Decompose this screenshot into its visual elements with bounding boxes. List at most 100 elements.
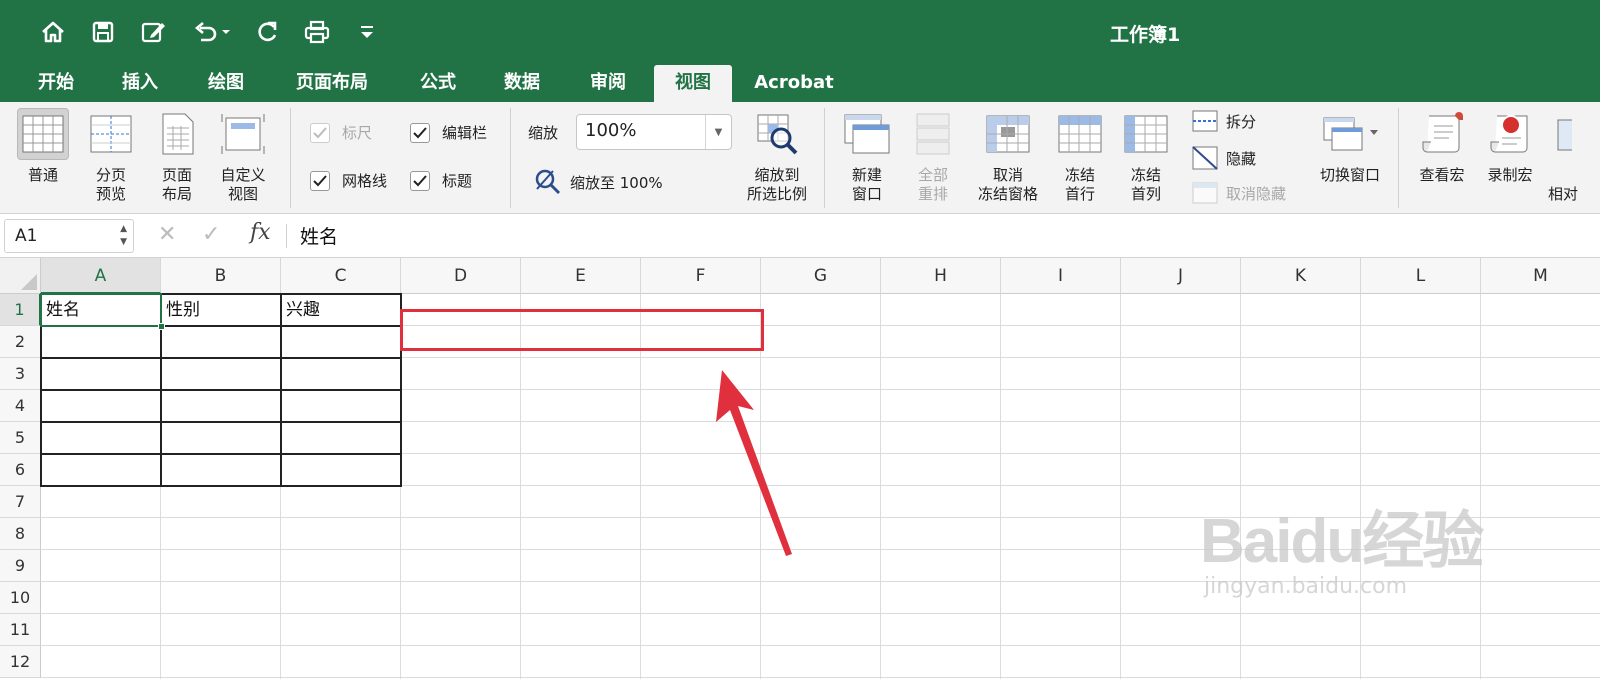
select-all-button[interactable] (0, 258, 41, 294)
table-border-horizontal (40, 357, 402, 359)
custom-views-button[interactable]: 自定义 视图 (212, 108, 274, 204)
row-header-8[interactable]: 8 (0, 518, 41, 550)
tab-data[interactable]: 数据 (486, 65, 558, 102)
row-header-9[interactable]: 9 (0, 550, 41, 582)
magnifier-icon (535, 169, 561, 195)
tab-acrobat[interactable]: Acrobat (746, 65, 842, 102)
row-header-1[interactable]: 1 (0, 294, 41, 326)
column-header-l[interactable]: L (1361, 258, 1481, 294)
zoom-selection-icon (751, 108, 803, 160)
gridline-vertical (1120, 294, 1121, 679)
arrange-all-button[interactable]: 全部 重排 (904, 108, 962, 204)
formula-bar-checkbox[interactable]: 编辑栏 (410, 122, 487, 143)
freeze-top-row-button[interactable]: 冻结 首行 (1052, 108, 1108, 204)
cell-c1[interactable]: 兴趣 (281, 294, 401, 326)
table-border-horizontal (40, 421, 402, 423)
column-header-i[interactable]: I (1001, 258, 1121, 294)
column-header-f[interactable]: F (641, 258, 761, 294)
headings-checkbox[interactable]: 标题 (410, 170, 472, 191)
new-window-icon (841, 108, 893, 160)
ribbon-separator (290, 108, 291, 208)
column-header-b[interactable]: B (161, 258, 281, 294)
column-header-k[interactable]: K (1241, 258, 1361, 294)
custom-views-icon (217, 108, 269, 160)
cell-b1[interactable]: 性别 (161, 294, 281, 326)
page-break-preview-button[interactable]: 分页 预览 (82, 108, 140, 204)
row-header-7[interactable]: 7 (0, 486, 41, 518)
tab-page-layout[interactable]: 页面布局 (280, 65, 384, 102)
column-header-g[interactable]: G (761, 258, 881, 294)
row-header-2[interactable]: 2 (0, 326, 41, 358)
row-header-4[interactable]: 4 (0, 390, 41, 422)
gridline-horizontal (41, 645, 1600, 646)
column-header-m[interactable]: M (1481, 258, 1600, 294)
column-header-c[interactable]: C (281, 258, 401, 294)
zoom-100-button[interactable]: 缩放至 100% (534, 168, 663, 196)
insert-function-icon[interactable]: fx (250, 220, 271, 245)
ribbon-separator (510, 108, 511, 208)
view-macros-button[interactable]: 查看宏 (1410, 108, 1474, 185)
edit-icon[interactable] (138, 17, 168, 47)
redo-icon[interactable] (252, 17, 282, 47)
relative-icon (1552, 108, 1572, 160)
hide-button[interactable]: 隐藏 (1192, 146, 1256, 170)
split-button[interactable]: 拆分 (1192, 110, 1256, 132)
customize-icon[interactable] (352, 17, 382, 47)
formula-input[interactable]: 姓名 (300, 222, 338, 249)
row-header-6[interactable]: 6 (0, 454, 41, 486)
page-break-icon (85, 108, 137, 160)
unfreeze-panes-button[interactable]: 取消 冻结窗格 (970, 108, 1046, 204)
normal-view-icon (17, 108, 69, 160)
tab-view[interactable]: 视图 (654, 65, 732, 102)
relative-reference-button[interactable]: 相对 (1548, 108, 1600, 204)
cancel-icon[interactable]: ✕ (158, 222, 176, 247)
row-header-12[interactable]: 12 (0, 646, 41, 678)
undo-icon[interactable] (188, 17, 234, 47)
column-header-a[interactable]: A (41, 258, 161, 294)
gridline-horizontal (41, 613, 1600, 614)
normal-view-button[interactable]: 普通 (12, 108, 74, 185)
switch-windows-button[interactable]: 切换窗口 (1306, 108, 1394, 185)
row-header-11[interactable]: 11 (0, 614, 41, 646)
column-header-d[interactable]: D (401, 258, 521, 294)
name-box[interactable]: A1 ▲ ▼ (4, 219, 134, 253)
save-icon[interactable] (88, 17, 118, 47)
confirm-icon[interactable]: ✓ (202, 222, 220, 247)
stepper-icon[interactable]: ▲ ▼ (120, 223, 127, 249)
chevron-down-icon[interactable]: ▼ (705, 115, 731, 149)
unhide-button[interactable]: 取消隐藏 (1192, 182, 1286, 204)
column-header-j[interactable]: J (1121, 258, 1241, 294)
print-icon[interactable] (302, 17, 332, 47)
record-macro-button[interactable]: 录制宏 (1478, 108, 1542, 185)
row-header-3[interactable]: 3 (0, 358, 41, 390)
tab-review[interactable]: 审阅 (572, 65, 644, 102)
column-header-e[interactable]: E (521, 258, 641, 294)
ruler-checkbox[interactable]: 标尺 (310, 122, 372, 143)
zoom-label: 缩放 (528, 124, 559, 142)
tab-draw[interactable]: 绘图 (190, 65, 262, 102)
freeze-first-column-button[interactable]: 冻结 首列 (1118, 108, 1174, 204)
tab-formulas[interactable]: 公式 (402, 65, 474, 102)
unhide-icon (1192, 182, 1218, 204)
document-title: 工作簿1 (1110, 24, 1181, 46)
new-window-button[interactable]: 新建 窗口 (838, 108, 896, 204)
column-header-h[interactable]: H (881, 258, 1001, 294)
fill-handle[interactable] (158, 323, 165, 330)
annotation-arrow (716, 370, 792, 556)
arrange-all-icon (907, 108, 959, 160)
gridlines-checkbox[interactable]: 网格线 (310, 170, 387, 191)
checkmark-icon (410, 122, 430, 143)
zoom-to-selection-button[interactable]: 缩放到 所选比例 (738, 108, 816, 204)
tab-home[interactable]: 开始 (20, 65, 92, 102)
worksheet-grid[interactable]: A B C D E F G H I J K L M 1 2 3 4 5 6 7 8 9 10 11 12 姓名 性别 兴趣 Baidu经… (0, 258, 1600, 679)
row-header-5[interactable]: 5 (0, 422, 41, 454)
checkmark-icon (410, 170, 430, 191)
zoom-dropdown[interactable]: 100% ▼ (576, 114, 732, 150)
ribbon-separator (1398, 108, 1399, 208)
page-layout-icon (151, 108, 203, 160)
tab-insert[interactable]: 插入 (104, 65, 176, 102)
row-header-10[interactable]: 10 (0, 582, 41, 614)
page-layout-view-button[interactable]: 页面 布局 (148, 108, 206, 204)
home-icon[interactable] (38, 17, 68, 47)
gridline-vertical (1000, 294, 1001, 679)
